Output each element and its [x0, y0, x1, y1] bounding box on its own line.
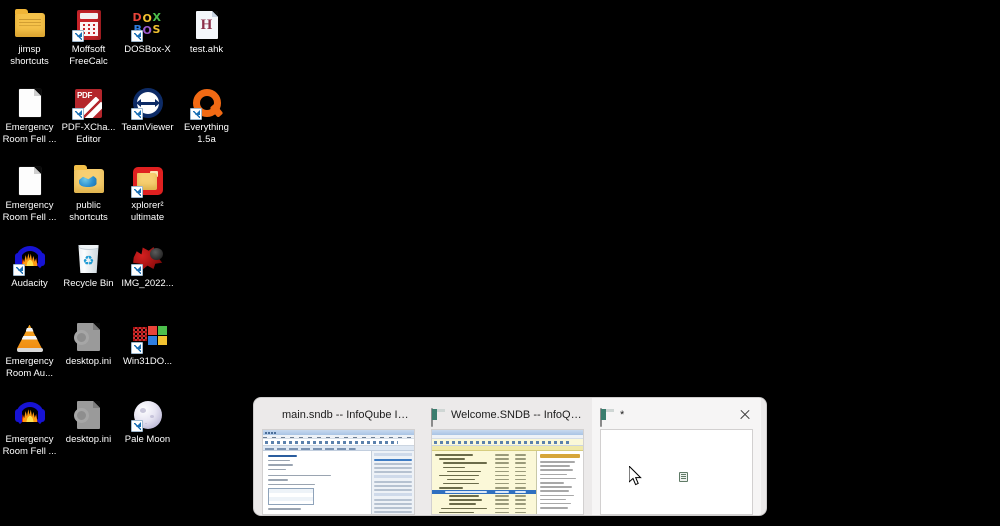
- desktop-icon-label: Recycle Bin: [63, 278, 114, 289]
- desktop-icon-label: Emergency Room Au...: [5, 356, 54, 379]
- desktop-icon-label: xplorer² ultimate: [130, 200, 165, 223]
- shortcut-overlay-icon: [130, 420, 143, 432]
- pdf-editor-icon: PDF: [71, 87, 105, 120]
- xplorer2-icon: [130, 165, 164, 198]
- desktop-icon-row: Audacity ♻ Recycle Bin IMG_2022...: [0, 238, 240, 316]
- desktop-icon-label: Pale Moon: [124, 434, 171, 445]
- shortcut-overlay-icon: [130, 108, 143, 120]
- shortcut-overlay-icon: [130, 186, 143, 198]
- mouse-cursor-icon: [629, 466, 642, 486]
- shortcut-overlay-icon: [71, 108, 84, 120]
- document-icon: [14, 165, 46, 197]
- thumbnail-document-editor: [263, 430, 414, 514]
- desktop-icon-label: Win31DO...: [122, 356, 173, 367]
- desktop-icon-label: PDF-XCha... Editor: [61, 122, 116, 145]
- desktop-icon-label: Emergency Room Fell ...: [2, 122, 57, 145]
- desktop-icon-label: desktop.ini: [65, 356, 112, 367]
- switcher-thumbnail-2[interactable]: [600, 429, 753, 515]
- switcher-item-title: main.sndb -- InfoQube IM -- H...: [282, 409, 415, 421]
- teamviewer-icon: [130, 87, 164, 120]
- folder-icon: [14, 9, 46, 41]
- desktop-icon[interactable]: PDF PDF-XCha... Editor: [59, 82, 118, 160]
- desktop-icon-row: Emergency Room Au... desktop.ini Win31DO..…: [0, 316, 240, 394]
- desktop-icon[interactable]: Moffsoft FreeCalc: [59, 4, 118, 82]
- switcher-item-header: main.sndb -- InfoQube IM -- H...: [262, 407, 415, 423]
- desktop-icon-label: Audacity: [11, 278, 48, 289]
- ini-config-file-icon: [73, 399, 105, 431]
- desktop-icon[interactable]: Audacity: [0, 238, 59, 316]
- window-switcher-popup[interactable]: main.sndb -- InfoQube IM -- H...: [253, 397, 767, 516]
- switcher-item-0[interactable]: main.sndb -- InfoQube IM -- H...: [254, 398, 423, 515]
- desktop-icon[interactable]: public shortcuts: [59, 160, 118, 238]
- shortcut-overlay-icon: [130, 264, 143, 276]
- document-icon: [14, 87, 46, 119]
- desktop-icon-label: Emergency Room Fell ...: [2, 434, 57, 457]
- desktop-icon-label: TeamViewer: [121, 122, 174, 133]
- desktop-icon-label: Everything 1.5a: [184, 122, 229, 145]
- autohotkey-script-icon: H: [191, 9, 223, 41]
- desktop-icon-row: Emergency Room Fell ... public shortcuts x…: [0, 160, 240, 238]
- desktop-icon[interactable]: TeamViewer: [118, 82, 177, 160]
- audacity-icon: [12, 243, 46, 276]
- desktop-icon[interactable]: Everything 1.5a: [177, 82, 236, 160]
- desktop-icon-label: desktop.ini: [65, 434, 112, 445]
- public-folder-icon: [73, 165, 105, 197]
- switcher-thumbnail-1[interactable]: [431, 429, 584, 515]
- pale-moon-browser-icon: [130, 399, 164, 432]
- windows31-icon: [130, 321, 167, 354]
- switcher-item-header: *: [600, 407, 753, 427]
- infoqube-cube-icon: [262, 409, 275, 422]
- switcher-item-title: *: [620, 409, 625, 421]
- desktop-icon[interactable]: Emergency Room Fell ...: [0, 160, 59, 238]
- desktop-icon-label: DOSBox-X: [124, 44, 171, 55]
- desktop-icon[interactable]: Pale Moon: [118, 394, 177, 472]
- switcher-item-header: Welcome.SNDB -- InfoQube IM...: [431, 407, 584, 427]
- desktop-icon[interactable]: Htest.ahk: [177, 4, 236, 82]
- desktop-icon-row: jimsp shortcutsMoffsoft FreeCalcDOXBOSDO…: [0, 4, 240, 82]
- recycle-bin-icon: ♻: [73, 243, 105, 275]
- audacity-project-icon: [14, 399, 46, 431]
- vlc-media-icon: [14, 321, 46, 353]
- desktop-icon-label: Emergency Room Fell ...: [2, 200, 57, 223]
- desktop-icon-row: Emergency Room Fell ... desktop.ini Pale M…: [0, 394, 240, 472]
- infoqube-window-icon: [600, 407, 613, 427]
- desktop-icon[interactable]: Emergency Room Fell ...: [0, 394, 59, 472]
- shortcut-overlay-icon: [130, 342, 143, 354]
- thumbnail-grid-outliner: [432, 430, 583, 514]
- desktop-icon-label: public shortcuts: [69, 200, 108, 223]
- infoqube-window-icon: [431, 407, 444, 427]
- desktop-icon[interactable]: xplorer² ultimate: [118, 160, 177, 238]
- desktop-icon[interactable]: Win31DO...: [118, 316, 177, 394]
- ini-config-file-icon: [73, 321, 105, 353]
- desktop-icon[interactable]: IMG_2022...: [118, 238, 177, 316]
- desktop-icon-label: IMG_2022...: [121, 278, 174, 289]
- desktop-icon[interactable]: Emergency Room Au...: [0, 316, 59, 394]
- image-file-icon: [130, 243, 164, 276]
- document-placeholder-icon: [679, 472, 688, 482]
- desktop-icon[interactable]: ♻ Recycle Bin: [59, 238, 118, 316]
- desktop-icon-area[interactable]: jimsp shortcutsMoffsoft FreeCalcDOXBOSDO…: [0, 0, 240, 526]
- desktop-icon[interactable]: DOXBOS DOSBox-X: [118, 4, 177, 82]
- desktop-icon[interactable]: desktop.ini: [59, 316, 118, 394]
- shortcut-overlay-icon: [189, 108, 202, 120]
- calculator-icon: [71, 9, 105, 42]
- switcher-item-title: Welcome.SNDB -- InfoQube IM...: [451, 409, 584, 421]
- close-icon[interactable]: [737, 407, 753, 423]
- everything-search-icon: [189, 87, 223, 120]
- desktop-icon-label: jimsp shortcuts: [10, 44, 49, 67]
- dosbox-icon: DOXBOS: [130, 9, 164, 42]
- switcher-thumbnail-0[interactable]: [262, 429, 415, 515]
- desktop-icon-label: Moffsoft FreeCalc: [69, 44, 108, 67]
- switcher-item-1[interactable]: Welcome.SNDB -- InfoQube IM...: [423, 398, 592, 515]
- desktop-icon[interactable]: jimsp shortcuts: [0, 4, 59, 82]
- switcher-item-2[interactable]: *: [592, 398, 761, 515]
- desktop-icon[interactable]: Emergency Room Fell ...: [0, 82, 59, 160]
- desktop-icon-label: test.ahk: [189, 44, 224, 55]
- shortcut-overlay-icon: [71, 30, 84, 42]
- desktop-icon-row: Emergency Room Fell ... PDF PDF-XCha... Ed…: [0, 82, 240, 160]
- shortcut-overlay-icon: [12, 264, 25, 276]
- desktop-icon[interactable]: desktop.ini: [59, 394, 118, 472]
- shortcut-overlay-icon: [130, 30, 143, 42]
